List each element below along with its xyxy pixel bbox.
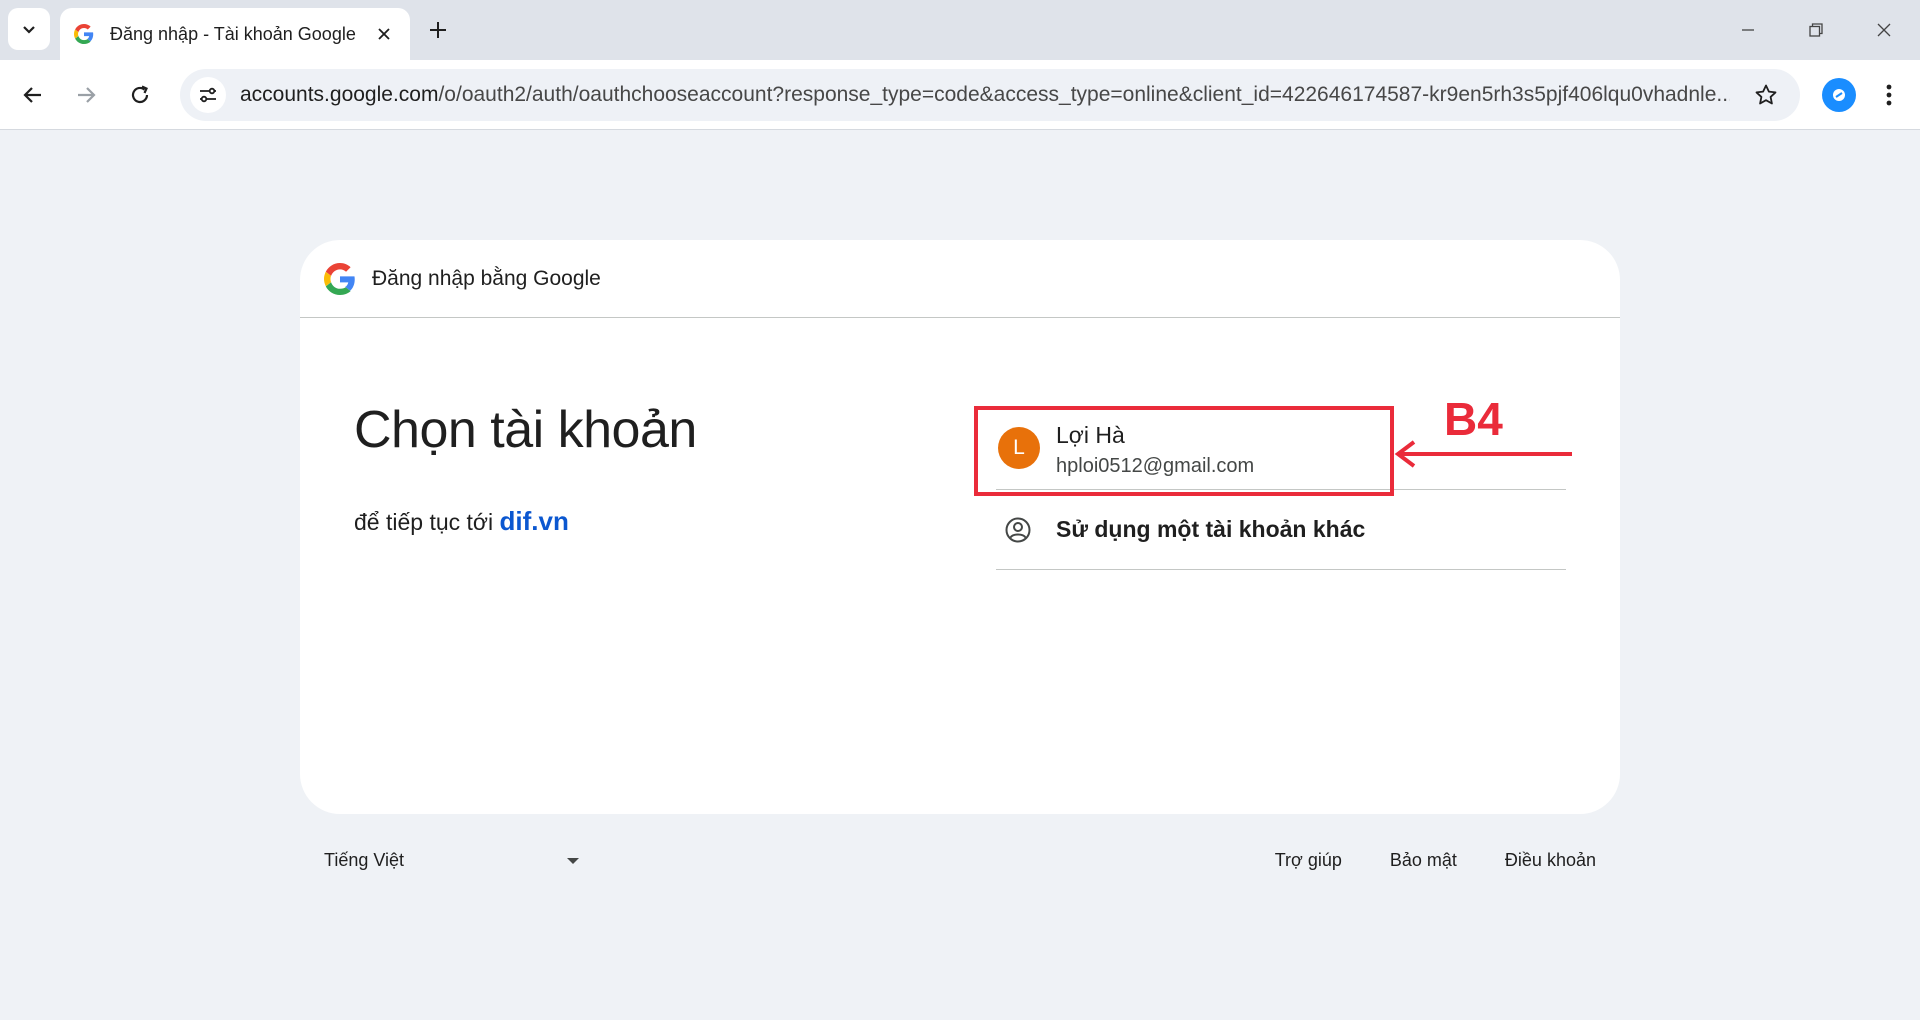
privacy-link[interactable]: Bảo mật	[1390, 850, 1457, 871]
plus-icon	[430, 22, 446, 38]
reload-button[interactable]	[120, 75, 160, 115]
tab-title: Đăng nhập - Tài khoản Google	[110, 23, 356, 44]
footer-links: Trợ giúp Bảo mật Điều khoản	[1275, 850, 1596, 871]
continue-to-text: để tiếp tục tới dif.vn	[354, 506, 569, 537]
tab-strip: Đăng nhập - Tài khoản Google	[0, 0, 1920, 60]
bookmark-button[interactable]	[1752, 81, 1780, 109]
card-header: Đăng nhập bằng Google	[300, 240, 1620, 318]
active-tab[interactable]: Đăng nhập - Tài khoản Google	[60, 8, 410, 60]
help-link[interactable]: Trợ giúp	[1275, 850, 1342, 871]
continue-prefix: để tiếp tục tới	[354, 509, 494, 535]
back-button[interactable]	[13, 75, 53, 115]
use-another-account-label: Sử dụng một tài khoản khác	[1056, 516, 1366, 542]
close-tab-button[interactable]	[372, 22, 396, 46]
more-vert-icon	[1886, 84, 1892, 106]
address-bar[interactable]: accounts.google.com/o/oauth2/auth/oauthc…	[180, 69, 1800, 121]
google-g-icon	[324, 262, 355, 295]
language-label: Tiếng Việt	[324, 850, 405, 870]
google-g-icon	[74, 24, 94, 44]
site-info-button[interactable]	[190, 77, 226, 113]
page-title: Chọn tài khoản	[354, 401, 697, 459]
forward-button[interactable]	[66, 75, 106, 115]
url-text: accounts.google.com/o/oauth2/auth/oauthc…	[240, 83, 1730, 107]
caret-down-icon	[567, 857, 579, 864]
arrow-left-icon	[23, 87, 41, 103]
reload-icon	[131, 85, 149, 104]
tune-icon	[200, 87, 216, 103]
url-host: accounts.google.com	[240, 83, 439, 106]
page-footer: Tiếng Việt Trợ giúp Bảo mật Điều khoản	[300, 846, 1620, 882]
destination-link[interactable]: dif.vn	[500, 506, 569, 536]
tab-search-button[interactable]	[8, 8, 50, 50]
minimize-icon	[1742, 29, 1754, 31]
use-another-account-item[interactable]: Sử dụng một tài khoản khác	[996, 490, 1566, 570]
restore-button[interactable]	[1792, 12, 1840, 48]
new-tab-button[interactable]	[422, 14, 454, 46]
close-window-button[interactable]	[1860, 12, 1908, 48]
url-path: /o/oauth2/auth/oauthchooseaccount?respon…	[438, 83, 1730, 106]
language-selector[interactable]: Tiếng Việt	[324, 850, 580, 871]
terms-link[interactable]: Điều khoản	[1505, 850, 1596, 871]
account-circle-icon	[996, 516, 1040, 544]
arrow-right-icon	[78, 87, 96, 103]
card-header-title: Đăng nhập bằng Google	[372, 266, 601, 290]
browser-menu-button[interactable]	[1872, 78, 1906, 112]
browser-toolbar: accounts.google.com/o/oauth2/auth/oauthc…	[0, 60, 1920, 130]
extension-button[interactable]	[1822, 78, 1856, 112]
sign-in-card: Đăng nhập bằng Google Chọn tài khoản để …	[300, 240, 1620, 814]
close-icon	[378, 28, 390, 40]
extension-icon	[1833, 89, 1845, 101]
chevron-down-icon	[23, 26, 35, 34]
close-icon	[1877, 23, 1891, 37]
annotation-arrow-icon	[1394, 440, 1572, 468]
star-icon	[1755, 84, 1777, 105]
annotation-highlight-box	[974, 406, 1394, 496]
restore-icon	[1809, 23, 1823, 37]
minimize-button[interactable]	[1724, 12, 1772, 48]
